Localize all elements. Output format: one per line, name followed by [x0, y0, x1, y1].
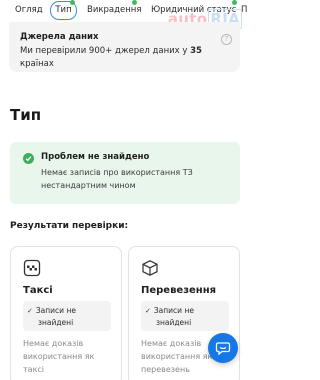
- badge-text-line2: знайдені: [38, 318, 74, 327]
- chat-icon: [215, 342, 231, 356]
- data-sources-card: Джерела даних Ми перевірили 900+ джерел …: [9, 22, 240, 72]
- card-title: Таксі: [23, 285, 53, 296]
- status-badge: ✓ Записи не знайдені: [23, 301, 111, 331]
- sources-text-suffix: країнах: [20, 59, 54, 69]
- results-title: Результати перевірки:: [10, 221, 129, 231]
- badge-text-line1: Записи не: [35, 306, 76, 315]
- box-icon: [141, 259, 159, 277]
- result-card-taxi: Таксі ✓ Записи не знайдені Немає доказів в…: [10, 246, 122, 380]
- sources-title: Джерела даних: [20, 32, 99, 42]
- card-description: Немає доказів використання як таксі: [23, 339, 95, 374]
- card-title: Перевезення: [141, 285, 217, 296]
- status-text: Немає записів про використання ТЗ нестан…: [41, 168, 193, 190]
- badge-text-line2: знайдені: [156, 318, 192, 327]
- help-icon[interactable]: ?: [221, 34, 232, 45]
- check-icon: ✓: [27, 307, 33, 315]
- sources-description: Ми перевірили 900+ джерел даних у 35 кра…: [20, 45, 210, 71]
- page-title: Тип: [10, 106, 42, 124]
- check-icon: ✓: [145, 307, 151, 315]
- taxi-icon: [23, 259, 41, 277]
- status-badge: ✓ Записи не знайдені: [141, 301, 229, 331]
- status-card: Проблем не знайдено Немає записів про ви…: [10, 142, 240, 204]
- status-dot: [132, 0, 137, 5]
- status-dot: [70, 0, 75, 5]
- badge-text-line1: Записи не: [153, 306, 194, 315]
- status-title: Проблем не знайдено: [41, 152, 150, 162]
- sources-text-prefix: Ми перевірили 900+ джерел даних у: [20, 46, 191, 56]
- chat-button[interactable]: [208, 333, 238, 363]
- tab-overview[interactable]: Огляд: [15, 2, 43, 20]
- check-circle-icon: [23, 153, 34, 164]
- status-dot: [232, 0, 237, 5]
- sources-country-count: 35: [190, 46, 202, 56]
